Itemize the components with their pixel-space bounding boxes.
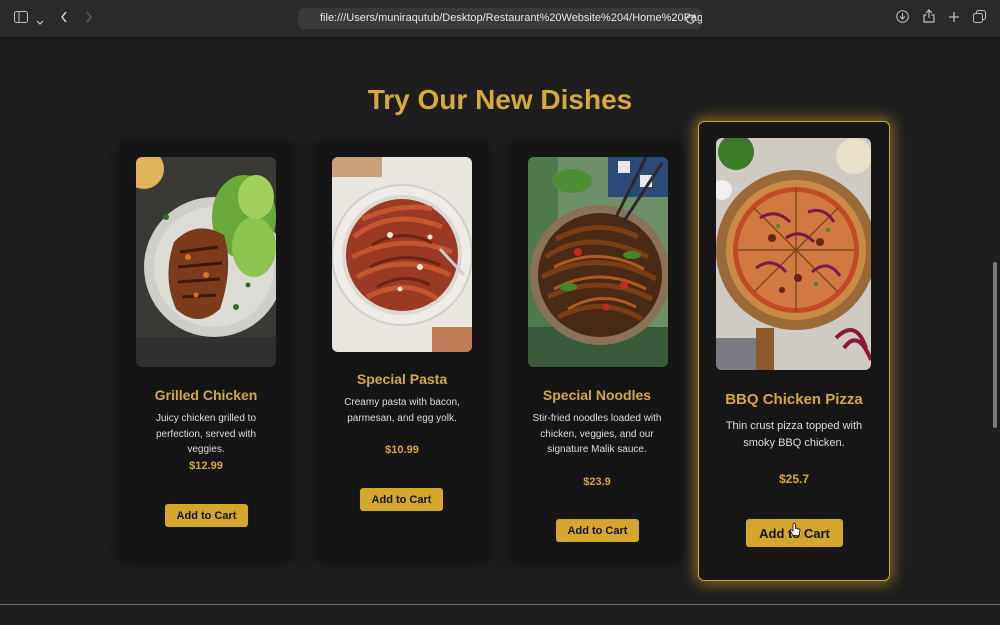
dish-description: Creamy pasta with bacon, parmesan, and e…: [344, 397, 460, 424]
dish-name: Special Noodles: [542, 387, 652, 403]
dish-card: Special Noodles Stir-fried noodles loade…: [511, 142, 683, 560]
dish-price: $25.7: [778, 472, 810, 486]
add-to-cart-button[interactable]: Add to Cart: [360, 488, 443, 511]
section-title: Try Our New Dishes: [367, 84, 633, 115]
section-divider: [0, 604, 1000, 605]
dish-image: [716, 138, 871, 370]
add-to-cart-button[interactable]: Add to Cart: [556, 519, 639, 542]
dish-name: Special Pasta: [356, 371, 448, 387]
dish-name: Grilled Chicken: [154, 387, 258, 403]
dish-card: Special Pasta Creamy pasta with bacon, p…: [316, 142, 488, 560]
add-to-cart-button[interactable]: Add to Cart: [165, 504, 248, 527]
tab-overview-icon[interactable]: [973, 10, 986, 28]
dish-image: [528, 157, 668, 367]
dish-description: Thin crust pizza topped with smoky BBQ c…: [725, 420, 863, 449]
address-bar[interactable]: file:///Users/muniraqutub/Desktop/Restau…: [298, 8, 702, 29]
dish-description: Stir-fried noodles loaded with chicken, …: [532, 413, 662, 455]
chevron-down-icon[interactable]: [36, 13, 44, 31]
forward-icon[interactable]: [85, 10, 93, 28]
hand-cursor-icon: [789, 523, 801, 542]
dish-image: [332, 157, 472, 352]
dish-name: BBQ Chicken Pizza: [725, 391, 863, 408]
browser-toolbar: file:///Users/muniraqutub/Desktop/Restau…: [0, 0, 1000, 38]
page-scrollbar[interactable]: [993, 262, 997, 428]
dish-price: $12.99: [189, 460, 223, 472]
new-tab-icon[interactable]: [948, 10, 960, 28]
dish-description: Juicy chicken grilled to perfection, ser…: [155, 413, 257, 455]
share-icon[interactable]: [923, 9, 935, 28]
sidebar-icon[interactable]: [14, 10, 28, 28]
reload-icon[interactable]: [663, 12, 696, 29]
address-url: file:///Users/muniraqutub/Desktop/Restau…: [320, 12, 702, 24]
download-icon[interactable]: [896, 10, 909, 28]
dish-image: [136, 157, 276, 367]
dish-card-highlighted: BBQ Chicken Pizza Thin crust pizza toppe…: [698, 121, 890, 581]
dish-price: $10.99: [385, 444, 419, 456]
dish-card: Grilled Chicken Juicy chicken grilled to…: [120, 142, 292, 560]
back-icon[interactable]: [60, 10, 68, 28]
dish-price: $23.9: [583, 476, 611, 488]
